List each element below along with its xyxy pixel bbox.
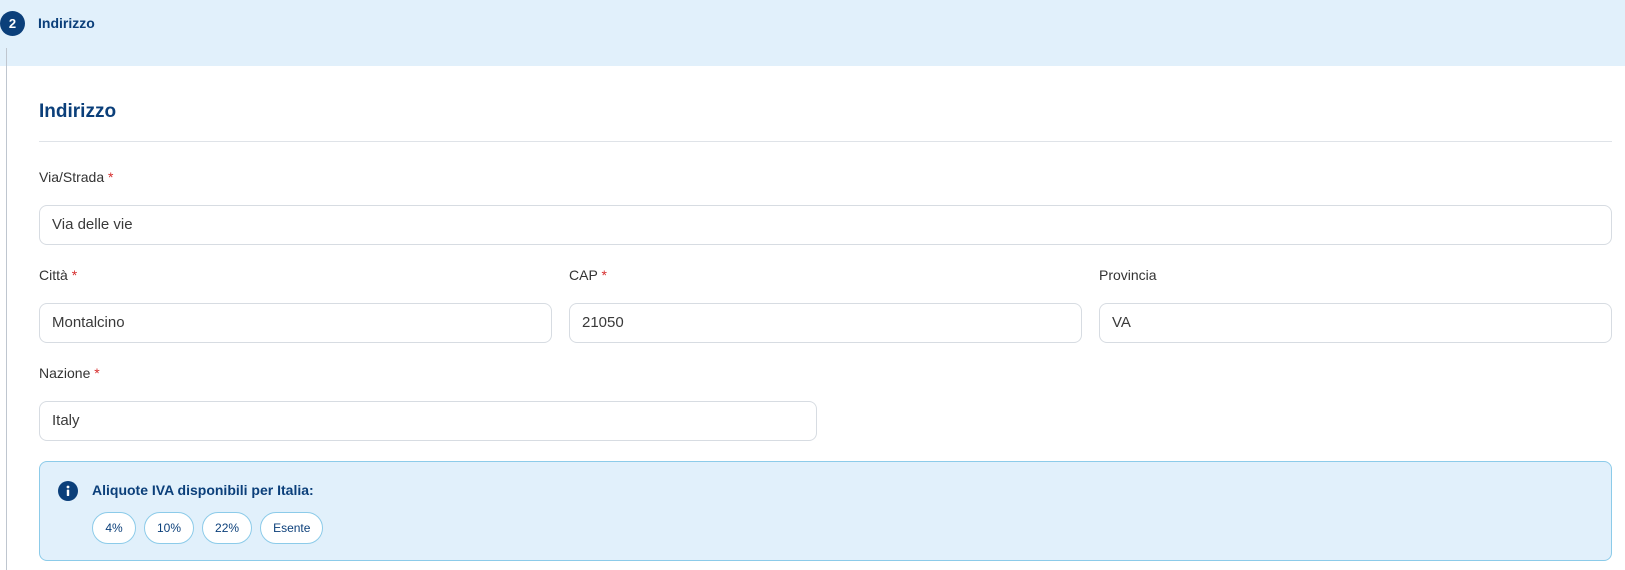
vat-rate-chips: 4% 10% 22% Esente xyxy=(92,512,324,544)
province-input[interactable]: VA xyxy=(1099,303,1612,343)
step-number-badge: 2 xyxy=(0,11,25,36)
vat-rate-chip[interactable]: 4% xyxy=(92,512,136,544)
section-divider xyxy=(39,141,1612,142)
cap-input[interactable]: 21050 xyxy=(569,303,1082,343)
city-input[interactable]: Montalcino xyxy=(39,303,552,343)
section-title: Indirizzo xyxy=(39,101,117,122)
required-asterisk: * xyxy=(94,365,100,381)
country-input[interactable]: Italy xyxy=(39,401,817,441)
required-asterisk: * xyxy=(108,169,114,185)
step-connector-line xyxy=(6,48,7,570)
step-title: Indirizzo xyxy=(38,15,95,31)
vat-info-box: Aliquote IVA disponibili per Italia: 4% … xyxy=(39,461,1612,561)
required-asterisk: * xyxy=(601,267,607,283)
vat-rate-chip[interactable]: Esente xyxy=(260,512,324,544)
vat-rate-chip[interactable]: 22% xyxy=(202,512,253,544)
vat-rate-chip[interactable]: 10% xyxy=(144,512,195,544)
step-header[interactable]: 2 Indirizzo xyxy=(0,0,1625,66)
cap-label: CAP * xyxy=(569,267,607,283)
required-asterisk: * xyxy=(71,267,78,283)
city-label: Città * xyxy=(39,267,78,283)
street-input[interactable]: Via delle vie xyxy=(39,205,1612,245)
province-label: Provincia xyxy=(1099,267,1157,283)
street-label: Via/Strada * xyxy=(39,169,114,185)
country-label: Nazione * xyxy=(39,365,100,381)
vat-info-title: Aliquote IVA disponibili per Italia: xyxy=(92,482,314,498)
info-icon xyxy=(58,481,78,501)
